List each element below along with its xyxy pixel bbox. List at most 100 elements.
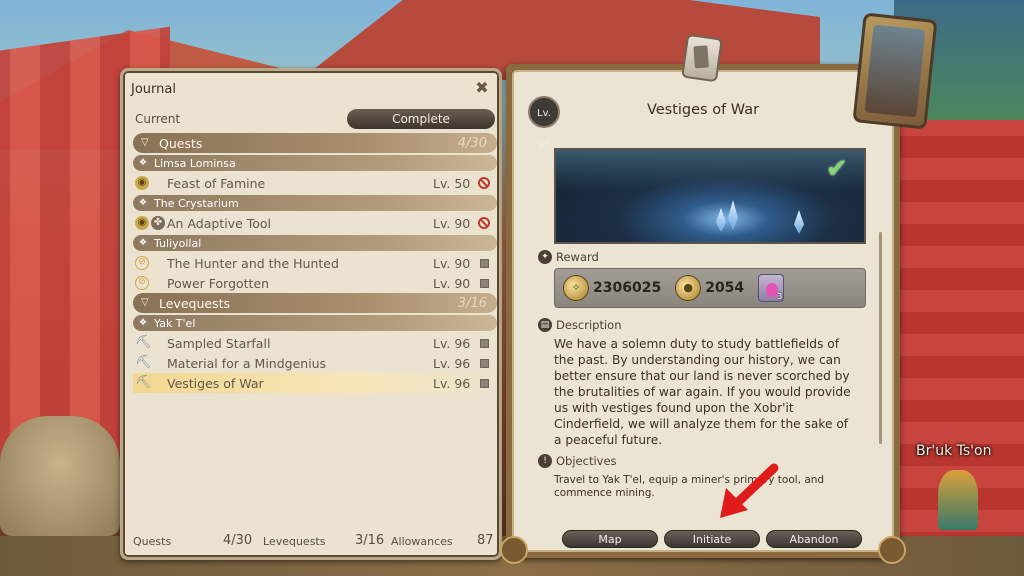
- quest-detail-window: Lv. 96 Vestiges of War ✔ ✦ Reward ✧ 2306…: [500, 12, 938, 564]
- journal-titlebar[interactable]: Journal ✖: [127, 75, 495, 101]
- corner-ornament: [500, 536, 528, 564]
- collapse-icon[interactable]: ▽: [141, 137, 153, 149]
- gathering-leve-icon: ⛏: [135, 355, 152, 370]
- region-icon: ❖: [139, 198, 148, 208]
- description-heading: ▤ Description: [538, 318, 622, 332]
- quest-preview-image: ✔: [554, 148, 866, 244]
- initiate-button[interactable]: Initiate: [664, 530, 760, 548]
- quest-level: Lv. 96: [433, 355, 471, 371]
- quest-name: The Hunter and the Hunted: [167, 255, 339, 271]
- crystal-shape: [716, 208, 726, 232]
- region-header: ❖ Tuliyollal: [133, 235, 497, 251]
- footer-leves-label: Levequests: [263, 535, 326, 548]
- quest-status: [477, 376, 491, 390]
- footer-quests-value: 4/30: [223, 533, 253, 548]
- collapse-icon[interactable]: ▽: [141, 297, 153, 309]
- quest-name: Sampled Starfall: [167, 335, 271, 351]
- close-icon[interactable]: ✖: [473, 79, 491, 97]
- abandon-button[interactable]: Abandon: [766, 530, 862, 548]
- exp-icon[interactable]: ✧: [563, 275, 589, 301]
- checkbox-icon[interactable]: [479, 338, 489, 348]
- gathering-leve-icon: ⛏: [135, 375, 152, 390]
- checkbox-icon[interactable]: [479, 258, 489, 268]
- reward-box: ✧ 2306025 ● 2054 3: [554, 268, 866, 308]
- footer-leves-value: 3/16: [355, 533, 385, 548]
- gil-icon[interactable]: ●: [675, 275, 702, 301]
- reward-label: Reward: [556, 250, 599, 264]
- current-filter-row: Current Complete: [133, 109, 495, 129]
- quest-icons: ◉ ✤: [135, 216, 167, 230]
- grain-sacks: [0, 416, 120, 536]
- current-label: Current: [135, 112, 181, 126]
- reward-heading: ✦ Reward: [538, 250, 599, 264]
- quest-level: Lv. 90: [433, 275, 471, 291]
- gathering-leve-icon: ⛏: [135, 335, 152, 350]
- checkbox-icon[interactable]: [479, 358, 489, 368]
- quest-icons: ⊘: [135, 256, 167, 270]
- quest-row[interactable]: ◉ ✤ An Adaptive Tool Lv. 90: [133, 213, 497, 233]
- region-label: Yak T'el: [154, 316, 196, 330]
- npc-nameplate[interactable]: Br'uk Ts'on: [916, 443, 991, 459]
- region-header: ❖ Yak T'el: [133, 315, 497, 331]
- quest-status: [477, 276, 491, 290]
- quest-name: Power Forgotten: [167, 275, 270, 291]
- corner-ornament: [878, 536, 906, 564]
- region-icon: ❖: [139, 238, 148, 248]
- map-button[interactable]: Map: [562, 530, 658, 548]
- item-quantity: 3: [777, 292, 783, 301]
- quest-row[interactable]: ⊘ The Hunter and the Hunted Lv. 90: [133, 253, 497, 273]
- quest-status: [477, 216, 491, 230]
- levequest-card-icon: [681, 33, 723, 83]
- quest-status: [477, 176, 491, 190]
- region-header: ❖ Limsa Lominsa: [133, 155, 497, 171]
- journal-footer: Quests 4/30 Levequests 3/16 Allowances 8…: [131, 533, 494, 551]
- journal-window: Journal ✖ Current Complete ▽ Quests 4/30 ❖ L…: [120, 68, 502, 560]
- checkbox-icon[interactable]: [479, 378, 489, 388]
- levequest-card-art: [852, 12, 938, 130]
- quest-level: Lv. 96: [433, 335, 471, 351]
- quest-name: Feast of Famine: [167, 175, 266, 191]
- description-icon: ▤: [538, 318, 552, 332]
- crystal-shape: [728, 200, 738, 230]
- ineligible-icon: [478, 177, 490, 189]
- quest-title: Vestiges of War: [646, 102, 760, 118]
- potion-item-icon[interactable]: 3: [758, 274, 785, 302]
- quest-detail-body: Lv. 96 Vestiges of War ✔ ✦ Reward ✧ 2306…: [512, 70, 894, 552]
- quest-status: [477, 336, 491, 350]
- gil-value: 2054: [705, 280, 745, 296]
- quest-icons: ⛏: [135, 356, 167, 370]
- region-icon: ❖: [139, 318, 148, 328]
- quest-icons: ⛏: [135, 376, 167, 390]
- quest-icons: ⛏: [135, 336, 167, 350]
- quest-marker-icon: ◉: [135, 216, 149, 230]
- quest-row[interactable]: ⛏ Vestiges of War Lv. 96: [133, 373, 497, 393]
- reward-icon: ✦: [538, 250, 552, 264]
- quest-list: ▽ Quests 4/30 ❖ Limsa Lominsa ◉ Feast of Famin…: [133, 133, 497, 393]
- footer-allowances-value: 87: [477, 533, 494, 548]
- footer-allowances-label: Allowances: [391, 535, 453, 548]
- category-count: 4/30: [457, 135, 487, 151]
- region-icon: ❖: [139, 158, 148, 168]
- quest-level: Lv. 90: [433, 215, 471, 231]
- npc-character[interactable]: [938, 470, 978, 530]
- crystal-shape: [794, 210, 804, 234]
- quest-row[interactable]: ⛏ Sampled Starfall Lv. 96: [133, 333, 497, 353]
- category-row-levequests[interactable]: ▽ Levequests 3/16: [133, 293, 497, 313]
- category-count: 3/16: [457, 295, 487, 311]
- quest-row[interactable]: ⊘ Power Forgotten Lv. 90: [133, 273, 497, 293]
- description-label: Description: [556, 318, 622, 332]
- category-label: Levequests: [159, 295, 230, 311]
- objectives-heading: ! Objectives: [538, 454, 617, 468]
- description-text: We have a solemn duty to study battlefie…: [554, 337, 851, 447]
- complete-button[interactable]: Complete: [347, 109, 495, 129]
- quest-row[interactable]: ◉ Feast of Famine Lv. 50: [133, 173, 497, 193]
- region-label: Limsa Lominsa: [154, 156, 236, 170]
- quest-row[interactable]: ⛏ Material for a Mindgenius Lv. 96: [133, 353, 497, 373]
- region-label: Tuliyollal: [154, 236, 202, 250]
- checkmark-icon: ✔: [826, 154, 848, 184]
- category-row-quests[interactable]: ▽ Quests 4/30: [133, 133, 497, 153]
- quest-status: [477, 356, 491, 370]
- objectives-text: Travel to Yak T'el, equip a miner's prim…: [554, 474, 825, 499]
- scrollbar-thumb[interactable]: [879, 232, 882, 444]
- checkbox-icon[interactable]: [479, 278, 489, 288]
